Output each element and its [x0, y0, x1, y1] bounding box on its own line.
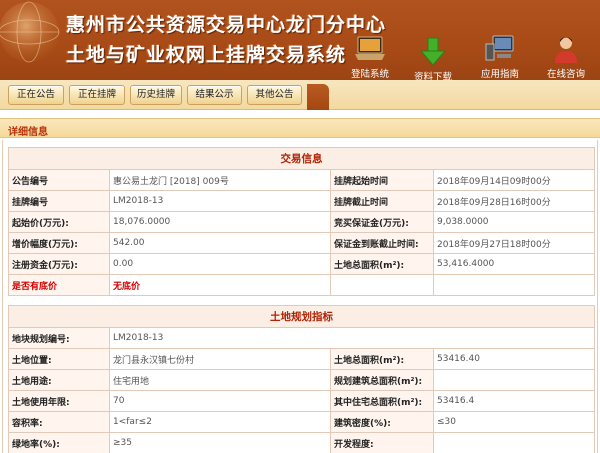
field-value: 53416.40 [433, 348, 595, 370]
field-label: 建筑密度(%): [330, 411, 434, 433]
field-label: 土地使用年限: [8, 390, 110, 412]
content-frame-left [2, 140, 3, 453]
table-row: 地块规划编号: LM2018-13 [8, 327, 595, 349]
online-consult-button[interactable]: 在线咨询 [537, 34, 595, 80]
field-value: 53,416.4000 [433, 253, 595, 275]
field-value: ≥35 [109, 432, 331, 453]
field-value [433, 369, 595, 391]
section-header: 详细信息 [0, 118, 600, 138]
field-label: 土地总面积(m²): [330, 348, 434, 370]
land-planning-caption: 土地规划指标 [8, 305, 595, 328]
trade-info-caption: 交易信息 [8, 147, 595, 170]
field-value: 18,076.0000 [109, 211, 331, 233]
table-row: 容积率: 1<far≤2 建筑密度(%): ≤30 [8, 411, 595, 433]
field-label: 起始价(万元): [8, 211, 110, 233]
field-value: 542.00 [109, 232, 331, 254]
field-label: 注册资金(万元): [8, 253, 110, 275]
field-label: 竞买保证金(万元): [330, 211, 434, 233]
person-icon [555, 37, 577, 63]
download-arrow-icon [419, 37, 447, 66]
table-row: 土地位置: 龙门县永汉镇七份村 土地总面积(m²): 53416.40 [8, 348, 595, 370]
field-label: 保证金到账截止时间: [330, 232, 434, 254]
field-value: 9,038.0000 [433, 211, 595, 233]
field-label: 土地用途: [8, 369, 110, 391]
reserve-price-value: 无底价 [109, 274, 331, 296]
table-row: 起始价(万元): 18,076.0000 竞买保证金(万元): 9,038.00… [8, 211, 595, 233]
header-banner: 惠州市公共资源交易中心龙门分中心 土地与矿业权网上挂牌交易系统 登陆系统 资料下… [0, 0, 600, 80]
nav-decoration-tab [307, 84, 329, 110]
table-row: 挂牌编号 LM2018-13 挂牌截止时间 2018年09月28日16时00分 [8, 190, 595, 212]
field-value: 53416.4 [433, 390, 595, 412]
table-row: 增价幅度(万元): 542.00 保证金到账截止时间: 2018年09月27日1… [8, 232, 595, 254]
land-planning-table: 土地规划指标 地块规划编号: LM2018-13 土地位置: 龙门县永汉镇七份村… [8, 305, 595, 453]
field-label: 土地位置: [8, 348, 110, 370]
laptop-icon [355, 36, 385, 60]
table-row: 是否有底价 无底价 [8, 274, 595, 296]
field-value: 住宅用地 [109, 369, 331, 391]
field-value: 惠公易土龙门 [2018] 009号 [109, 169, 331, 191]
field-value: LM2018-13 [109, 327, 595, 349]
download-materials-label: 资料下载 [413, 72, 452, 80]
field-value [433, 432, 595, 453]
field-label: 挂牌截止时间 [330, 190, 434, 212]
table-row: 绿地率(%): ≥35 开发程度: [8, 432, 595, 453]
field-label: 开发程度: [330, 432, 434, 453]
globe-icon [0, 1, 60, 63]
nav-current-notice[interactable]: 正在公告 [8, 85, 64, 105]
table-row: 注册资金(万元): 0.00 土地总面积(m²): 53,416.4000 [8, 253, 595, 275]
field-value: LM2018-13 [109, 190, 331, 212]
table-row: 土地使用年限: 70 其中住宅总面积(m²): 53416.4 [8, 390, 595, 412]
app-guide-label: 应用指南 [480, 69, 519, 80]
field-value: 2018年09月28日16时00分 [433, 190, 595, 212]
main-nav: 正在公告 正在挂牌 历史挂牌 结果公示 其他公告 [0, 80, 600, 110]
app-guide-button[interactable]: 应用指南 [471, 34, 529, 80]
empty-cell [330, 274, 434, 296]
online-consult-label: 在线咨询 [546, 69, 585, 80]
section-title: 详细信息 [8, 127, 48, 138]
field-value: 2018年09月14日09时00分 [433, 169, 595, 191]
table-row: 土地用途: 住宅用地 规划建筑总面积(m²): [8, 369, 595, 391]
field-label: 地块规划编号: [8, 327, 110, 349]
login-system-label: 登陆系统 [350, 69, 389, 80]
empty-cell [433, 274, 595, 296]
field-label: 容积率: [8, 411, 110, 433]
computer-icon [485, 35, 514, 61]
field-value: 1<far≤2 [109, 411, 331, 433]
field-value: 70 [109, 390, 331, 412]
nav-other-notice[interactable]: 其他公告 [247, 85, 302, 105]
trade-info-table: 交易信息 公告编号 惠公易土龙门 [2018] 009号 挂牌起始时间 2018… [8, 147, 595, 296]
field-value: ≤30 [433, 411, 595, 433]
field-label: 土地总面积(m²): [330, 253, 434, 275]
field-label: 其中住宅总面积(m²): [330, 390, 434, 412]
field-value: 0.00 [109, 253, 331, 275]
field-value: 2018年09月27日18时00分 [433, 232, 595, 254]
reserve-price-label: 是否有底价 [8, 274, 110, 296]
system-title-line1: 惠州市公共资源交易中心龙门分中心 [66, 15, 387, 36]
field-label: 挂牌起始时间 [330, 169, 434, 191]
field-label: 增价幅度(万元): [8, 232, 110, 254]
download-materials-button[interactable]: 资料下载 [404, 37, 462, 80]
nav-result-announcement[interactable]: 结果公示 [187, 85, 242, 105]
table-row: 公告编号 惠公易土龙门 [2018] 009号 挂牌起始时间 2018年09月1… [8, 169, 595, 191]
field-value: 龙门县永汉镇七份村 [109, 348, 331, 370]
content-frame-right [597, 140, 598, 453]
field-label: 规划建筑总面积(m²): [330, 369, 434, 391]
login-system-button[interactable]: 登陆系统 [341, 34, 399, 80]
nav-history-listing[interactable]: 历史挂牌 [130, 85, 182, 105]
field-label: 绿地率(%): [8, 432, 110, 453]
nav-current-listing[interactable]: 正在挂牌 [69, 85, 125, 105]
system-title-line2: 土地与矿业权网上挂牌交易系统 [66, 45, 347, 66]
field-label: 挂牌编号 [8, 190, 110, 212]
field-label: 公告编号 [8, 169, 110, 191]
